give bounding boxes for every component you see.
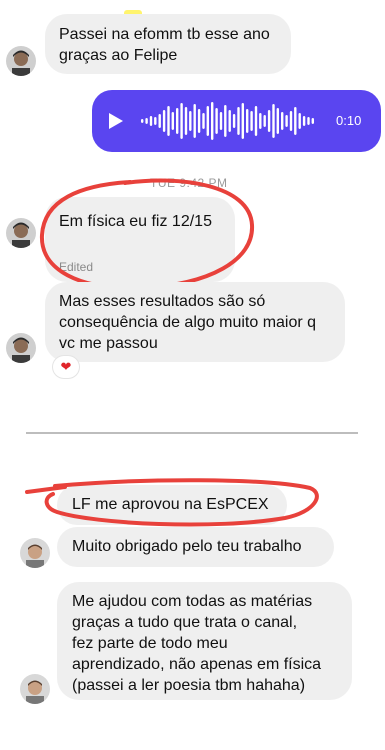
waveform-bar [267, 110, 271, 132]
waveform-bar [250, 111, 253, 131]
waveform-bar [158, 114, 161, 128]
waveform-bar [246, 109, 249, 133]
play-icon[interactable] [108, 112, 124, 130]
waveform-bar [149, 116, 153, 126]
message-line: fez parte de todo meu [72, 635, 228, 652]
waveform-bar [289, 111, 293, 131]
waveform-bar [232, 114, 236, 128]
waveform-bar [307, 117, 310, 125]
message-timestamp: TUE 9:42 PM [150, 176, 228, 190]
waveform-bar [167, 106, 170, 136]
audio-waveform [141, 102, 314, 140]
waveform-bar [141, 119, 144, 123]
waveform-bar [237, 107, 240, 135]
waveform-bar [228, 110, 231, 132]
audio-duration: 0:10 [336, 113, 362, 128]
message-line: LF me aprovou na EsPCEX [72, 496, 269, 513]
avatar[interactable] [6, 218, 36, 248]
message-bubble[interactable]: Mas esses resultados são só consequência… [45, 282, 345, 362]
heart-reaction[interactable]: ❤ [53, 356, 79, 378]
message-line: consequência de algo muito maior q [59, 314, 317, 331]
waveform-bar [272, 104, 275, 138]
waveform-bar [202, 113, 205, 129]
message-line: Passei na efomm tb esse ano [59, 26, 270, 43]
waveform-bar [215, 108, 218, 134]
message-line: graças a tudo que trata o canal, [72, 614, 298, 631]
waveform-bar [211, 102, 214, 140]
waveform-bar [241, 103, 244, 139]
waveform-bar [176, 108, 179, 134]
waveform-bar [259, 113, 262, 129]
waveform-bar [285, 115, 288, 127]
waveform-bar [254, 106, 258, 136]
waveform-bar [311, 118, 314, 124]
message-bubble[interactable]: Muito obrigado pelo teu trabalho [57, 527, 334, 567]
waveform-bar [298, 113, 301, 129]
waveform-bar [171, 112, 174, 130]
waveform-bar [162, 110, 166, 132]
message-bubble[interactable]: LF me aprovou na EsPCEX [57, 485, 287, 525]
waveform-bar [184, 107, 188, 135]
avatar[interactable] [6, 333, 36, 363]
waveform-bar [263, 115, 266, 127]
message-line: graças ao Felipe [59, 47, 178, 64]
message-bubble[interactable]: Me ajudou com todas as matérias graças a… [57, 582, 352, 700]
waveform-bar [294, 107, 297, 135]
avatar[interactable] [20, 538, 50, 568]
waveform-bar [180, 103, 183, 139]
waveform-bar [219, 112, 223, 130]
waveform-bar [197, 109, 201, 133]
waveform-bar [302, 116, 306, 126]
message-line: aprendizado, não apenas em física [72, 656, 322, 673]
waveform-bar [189, 111, 192, 131]
message-line: Em física eu fiz 12/15 [59, 213, 212, 230]
message-line: (passei a ler poesia tbm hahaha) [72, 677, 306, 694]
message-line: Me ajudou com todas as matérias [72, 593, 313, 610]
message-bubble[interactable]: Passei na efomm tb esse ano graças ao Fe… [45, 14, 291, 74]
audio-message[interactable]: 0:10 [92, 90, 381, 152]
waveform-bar [193, 104, 196, 138]
message-line: Mas esses resultados são só [59, 293, 266, 310]
heart-icon: ❤ [60, 359, 72, 374]
waveform-bar [224, 105, 227, 137]
screenshot-divider [26, 432, 358, 434]
avatar[interactable] [6, 46, 36, 76]
waveform-bar [206, 106, 209, 136]
waveform-bar [276, 108, 279, 134]
avatar[interactable] [20, 674, 50, 704]
waveform-bar [281, 112, 284, 130]
waveform-bar [154, 117, 157, 125]
waveform-bar [145, 118, 148, 124]
message-line: Muito obrigado pelo teu trabalho [72, 538, 302, 555]
edited-label: Edited [59, 260, 94, 274]
message-line: vc me passou [59, 335, 158, 352]
